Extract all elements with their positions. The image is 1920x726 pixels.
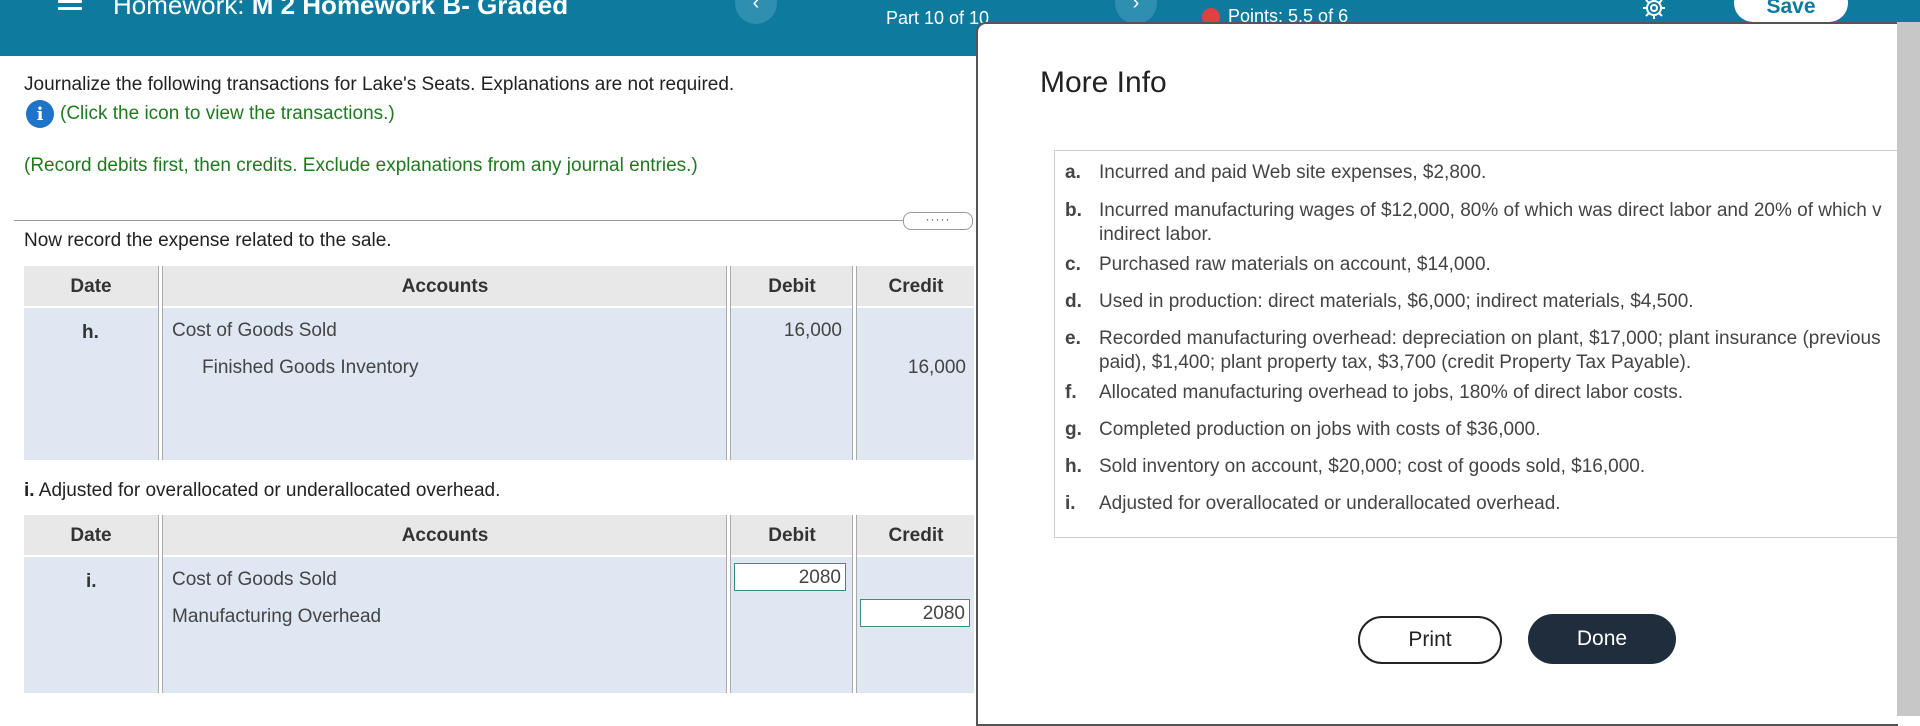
credit-account[interactable]: Manufacturing Overhead	[172, 606, 381, 628]
debit-account[interactable]: Cost of Goods Sold	[172, 320, 337, 342]
entry-date: i.	[86, 571, 97, 592]
credit-amount[interactable]: 16,000	[862, 357, 966, 379]
table-body: i. Cost of Goods Sold Manufacturing Over…	[24, 557, 974, 693]
section-i-letter: i.	[24, 480, 35, 501]
item-text: Recorded manufacturing overhead: depreci…	[1099, 328, 1881, 349]
column-divider	[158, 515, 163, 693]
entry-date: h.	[82, 322, 99, 343]
item-text: Used in production: direct materials, $6…	[1099, 291, 1694, 312]
debit-header: Debit	[768, 525, 816, 546]
column-divider	[726, 266, 731, 460]
record-note: (Record debits first, then credits. Excl…	[24, 155, 698, 176]
chevron-right-icon: ›	[1132, 0, 1140, 14]
debit-amount[interactable]: 16,000	[736, 320, 842, 342]
more-info-dialog: More Info a. Incurred and paid Web site …	[976, 22, 1905, 726]
gear-icon[interactable]	[1642, 0, 1666, 20]
credit-account[interactable]: Finished Goods Inventory	[202, 357, 419, 379]
item-letter: e.	[1065, 328, 1081, 349]
section-i-text: Adjusted for overallocated or underalloc…	[34, 480, 501, 501]
debit-amount-input[interactable]: 2080	[734, 563, 846, 591]
scrollbar[interactable]	[1897, 22, 1920, 716]
item-letter: c.	[1065, 254, 1081, 275]
instruction-text: Journalize the following transactions fo…	[24, 74, 735, 95]
item-letter: d.	[1065, 291, 1082, 312]
transactions-list: a. Incurred and paid Web site expenses, …	[1054, 150, 1905, 538]
debit-header: Debit	[768, 276, 816, 297]
date-header: Date	[70, 276, 112, 297]
table-header: Date Accounts Debit Credit	[24, 266, 974, 306]
journal-table-h: Date Accounts Debit Credit h. Cost of Go…	[24, 266, 974, 460]
section-h-label: Now record the expense related to the sa…	[24, 230, 392, 251]
item-letter: a.	[1065, 162, 1081, 183]
item-text: Incurred and paid Web site expenses, $2,…	[1099, 162, 1487, 183]
view-transactions-link[interactable]: i (Click the icon to view the transactio…	[26, 100, 395, 128]
column-divider	[158, 266, 163, 460]
journal-table-i: Date Accounts Debit Credit i. Cost of Go…	[24, 515, 974, 693]
homework-title-name: M 2 Homework B- Graded	[251, 0, 569, 20]
section-i-label: i. Adjusted for overallocated or underal…	[24, 480, 500, 502]
table-body: h. Cost of Goods Sold Finished Goods Inv…	[24, 308, 974, 460]
part-indicator: Part 10 of 10	[886, 8, 990, 28]
item-letter: g.	[1065, 419, 1082, 440]
item-text: Purchased raw materials on account, $14,…	[1099, 254, 1491, 275]
credit-header: Credit	[888, 276, 944, 297]
item-text: Sold inventory on account, $20,000; cost…	[1099, 456, 1646, 477]
column-divider	[852, 515, 857, 693]
debit-account[interactable]: Cost of Goods Sold	[172, 569, 337, 591]
previous-part-button[interactable]: ‹	[735, 0, 777, 24]
hamburger-menu-icon[interactable]	[58, 0, 82, 12]
item-letter: f.	[1065, 382, 1077, 403]
save-button[interactable]: Save	[1734, 0, 1848, 22]
next-part-button[interactable]: ›	[1115, 0, 1157, 24]
credit-header: Credit	[888, 525, 944, 546]
item-text: Adjusted for overallocated or underalloc…	[1099, 493, 1561, 514]
print-button[interactable]: Print	[1358, 616, 1502, 664]
item-letter: b.	[1065, 200, 1082, 221]
item-text: Incurred manufacturing wages of $12,000,…	[1099, 200, 1882, 221]
table-header: Date Accounts Debit Credit	[24, 515, 974, 555]
info-icon[interactable]: i	[26, 100, 54, 128]
accounts-header: Accounts	[401, 525, 489, 546]
column-divider	[726, 515, 731, 693]
expand-dots-button[interactable]: ·····	[903, 212, 973, 230]
column-divider	[852, 266, 857, 460]
item-letter: i.	[1065, 493, 1076, 514]
item-text: Completed production on jobs with costs …	[1099, 419, 1541, 440]
homework-title: Homework: M 2 Homework B- Graded	[113, 0, 568, 21]
homework-title-prefix: Homework:	[113, 0, 245, 20]
view-transactions-text[interactable]: (Click the icon to view the transactions…	[60, 103, 395, 125]
chevron-left-icon: ‹	[752, 0, 760, 14]
credit-amount-input[interactable]: 2080	[860, 599, 970, 627]
done-button[interactable]: Done	[1528, 614, 1676, 664]
item-text-cont: paid), $1,400; plant property tax, $3,70…	[1099, 352, 1692, 373]
section-divider	[14, 220, 914, 221]
item-text: Allocated manufacturing overhead to jobs…	[1099, 382, 1684, 403]
item-letter: h.	[1065, 456, 1082, 477]
date-header: Date	[70, 525, 112, 546]
accounts-header: Accounts	[401, 276, 489, 297]
item-text-cont: indirect labor.	[1099, 224, 1213, 245]
modal-title: More Info	[1040, 66, 1167, 99]
